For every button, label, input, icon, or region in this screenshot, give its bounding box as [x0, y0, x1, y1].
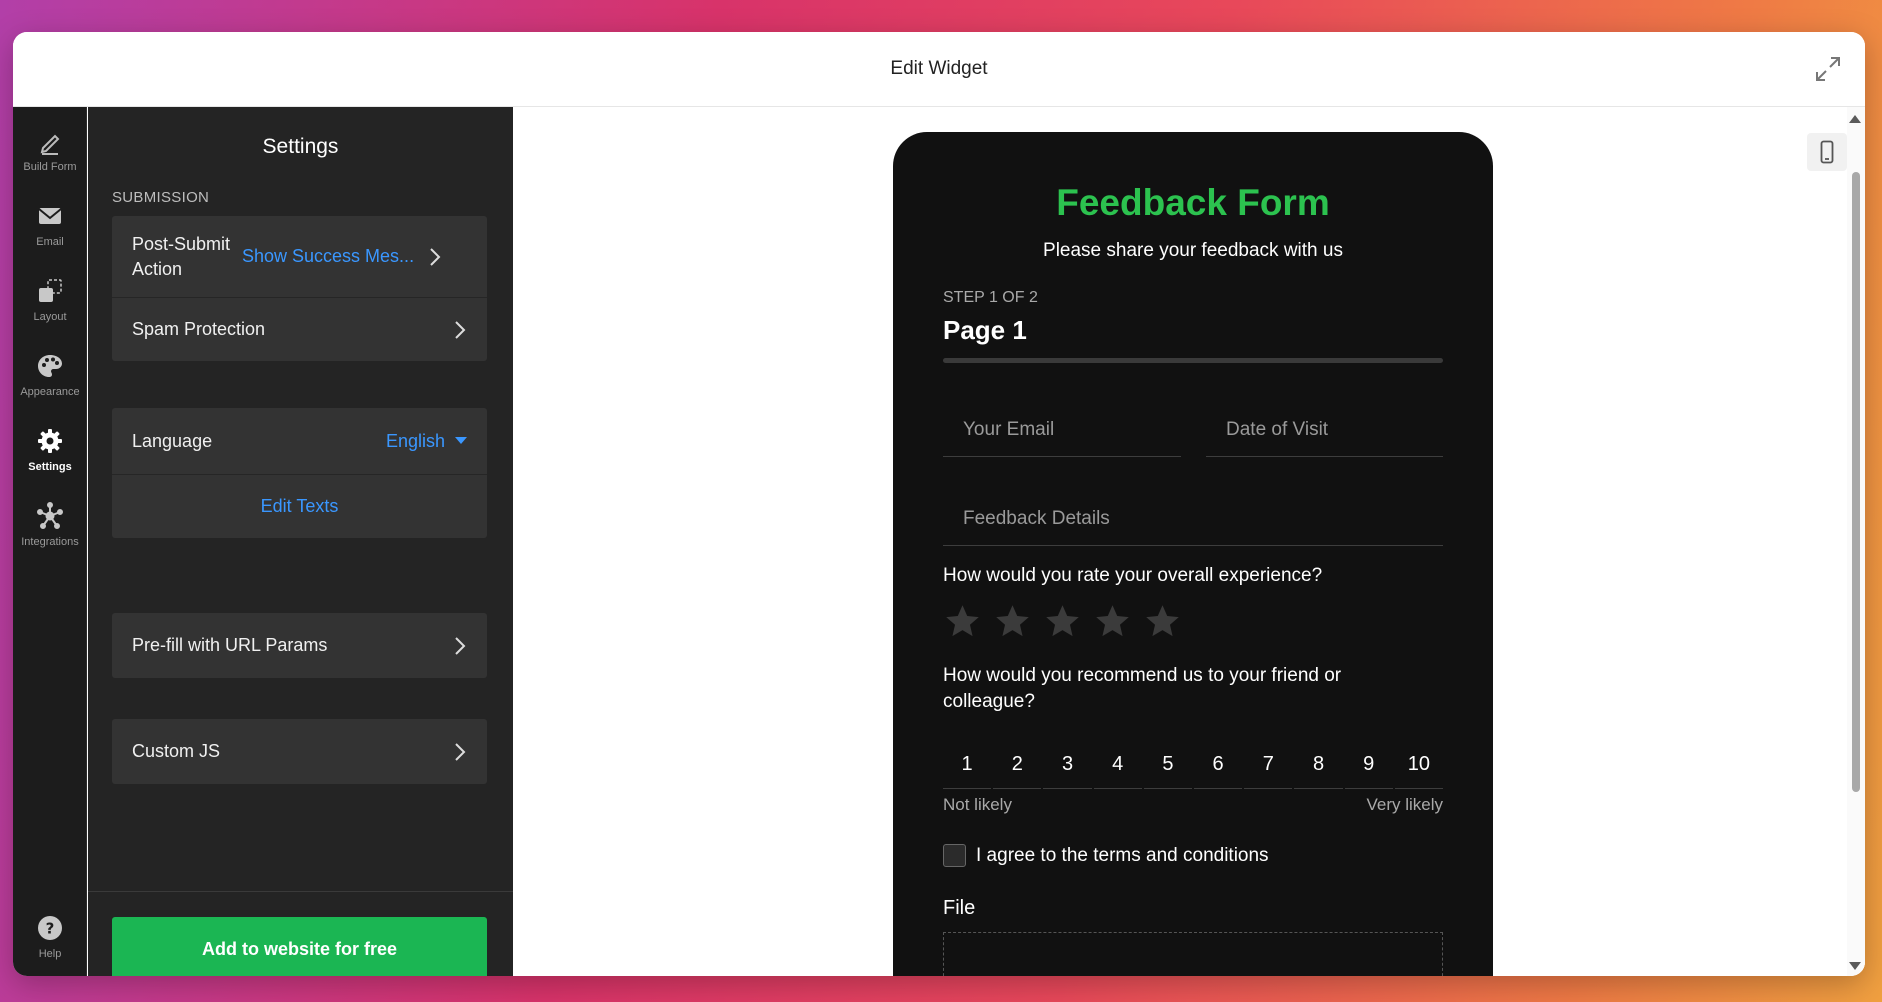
add-to-website-button[interactable]: Add to website for free [112, 917, 487, 976]
star-icon[interactable] [1143, 602, 1182, 641]
submission-card: Post-Submit Action Show Success Mes... S… [112, 216, 487, 361]
caret-down-icon [455, 437, 467, 444]
nps-option[interactable]: 3 [1043, 739, 1092, 789]
rating-question: How would you rate your overall experien… [943, 565, 1323, 586]
chevron-right-icon [455, 742, 466, 761]
preview-scrollbar[interactable] [1847, 107, 1865, 976]
chevron-right-icon [455, 320, 466, 339]
sidebar-item-label: Integrations [21, 536, 79, 548]
feedback-form: Feedback Form Please share your feedback… [893, 132, 1493, 976]
panel-title: Settings [262, 135, 339, 158]
nps-option[interactable]: 1 [943, 739, 992, 789]
star-icon[interactable] [1043, 602, 1082, 641]
nps-high-label: Very likely [1366, 795, 1443, 814]
spam-protection-row[interactable]: Spam Protection [112, 297, 487, 361]
sidebar-item-label: Build Form [23, 161, 77, 173]
scroll-thumb[interactable] [1852, 172, 1860, 792]
spam-protection-label: Spam Protection [132, 319, 266, 339]
chevron-right-icon [455, 636, 466, 655]
sidebar-rail: Build Form Email Layout Appearance Setti… [13, 107, 87, 976]
nps-low-label: Not likely [943, 795, 1012, 814]
step-progress-bar [943, 358, 1443, 363]
language-label: Language [132, 430, 213, 451]
sidebar-item-label: Help [38, 948, 62, 960]
language-card: Language English Edit Texts [112, 408, 487, 538]
file-dropzone[interactable] [943, 932, 1443, 976]
sidebar-item-help[interactable]: ? Help [13, 902, 87, 972]
terms-checkbox[interactable] [943, 844, 966, 867]
file-label: File [943, 897, 976, 919]
palette-icon [38, 355, 62, 377]
email-field[interactable]: Your Email [943, 399, 1181, 457]
post-submit-action-row[interactable]: Post-Submit Action Show Success Mes... [112, 216, 487, 297]
nps-option[interactable]: 7 [1244, 739, 1293, 789]
window-title: Edit Widget [890, 58, 988, 79]
sidebar-item-layout[interactable]: Layout [13, 265, 87, 335]
nps-option[interactable]: 6 [1194, 739, 1243, 789]
custom-js-card: Custom JS [112, 719, 487, 784]
custom-js-row[interactable]: Custom JS [112, 719, 487, 784]
language-row[interactable]: Language English [112, 408, 487, 474]
sidebar-item-label: Appearance [20, 386, 80, 398]
gear-icon [38, 429, 62, 453]
nps-option[interactable]: 10 [1394, 739, 1444, 789]
terms-checkbox-row[interactable]: I agree to the terms and conditions [943, 844, 1269, 867]
nps-option[interactable]: 9 [1344, 739, 1393, 789]
nps-option[interactable]: 4 [1093, 739, 1142, 789]
sidebar-item-label: Layout [33, 311, 67, 323]
sidebar-item-build-form[interactable]: Build Form [13, 115, 87, 185]
settings-panel: Settings SUBMISSION Post-Submit Action S… [88, 107, 513, 976]
edit-widget-window: Edit Widget Build Form Email Layout Appe… [13, 32, 1865, 976]
scroll-down-icon[interactable] [1849, 962, 1861, 970]
pencil-icon [40, 134, 60, 155]
layout-icon [39, 279, 62, 302]
step-indicator: STEP 1 OF 2 [943, 289, 1038, 306]
prefill-url-params-row[interactable]: Pre-fill with URL Params [112, 613, 487, 678]
scroll-up-icon[interactable] [1849, 115, 1861, 123]
star-icon[interactable] [993, 602, 1032, 641]
language-value: English [385, 430, 445, 451]
mobile-icon [1820, 140, 1834, 164]
prefill-card: Pre-fill with URL Params [112, 613, 487, 678]
form-subtitle: Please share your feedback with us [1043, 240, 1343, 261]
envelope-icon [38, 208, 62, 224]
titlebar: Edit Widget [13, 32, 1865, 107]
section-label-submission: SUBMISSION [112, 189, 210, 206]
prefill-label: Pre-fill with URL Params [132, 635, 328, 655]
nps-option[interactable]: 8 [1294, 739, 1343, 789]
svg-text:?: ? [46, 920, 55, 938]
device-toggle-button[interactable] [1807, 133, 1847, 171]
nps-scale: 1 2 3 4 5 6 7 8 9 10 [943, 739, 1444, 789]
widget-preview: Feedback Form Please share your feedback… [513, 107, 1865, 976]
page-title: Page 1 [943, 315, 1027, 345]
sidebar-item-integrations[interactable]: Integrations [13, 490, 87, 560]
post-submit-label: Post-Submit Action [132, 233, 231, 279]
expand-icon[interactable] [1813, 54, 1843, 84]
edit-texts-link[interactable]: Edit Texts [261, 496, 339, 517]
date-of-visit-field[interactable]: Date of Visit [1206, 399, 1443, 457]
custom-js-label: Custom JS [132, 741, 221, 761]
form-title: Feedback Form [1056, 182, 1330, 223]
nps-option[interactable]: 2 [993, 739, 1042, 789]
star-icon[interactable] [943, 602, 982, 641]
panel-footer: Add to website for free [88, 891, 513, 976]
sidebar-item-appearance[interactable]: Appearance [13, 340, 87, 410]
terms-label: I agree to the terms and conditions [976, 844, 1269, 866]
nps-option[interactable]: 5 [1143, 739, 1193, 789]
post-submit-value: Show Success Mes... [242, 246, 415, 266]
sidebar-item-email[interactable]: Email [13, 190, 87, 260]
sidebar-item-label: Settings [28, 461, 72, 473]
nps-question: How would you recommend us to your frien… [943, 665, 1342, 712]
star-rating [943, 602, 1182, 641]
star-icon[interactable] [1093, 602, 1132, 641]
integrations-icon [37, 502, 63, 529]
feedback-details-field[interactable]: Feedback Details [943, 488, 1443, 546]
sidebar-item-label: Email [36, 236, 64, 248]
help-icon: ? [38, 916, 62, 940]
chevron-right-icon [430, 247, 441, 266]
edit-texts-row[interactable]: Edit Texts [112, 474, 487, 538]
sidebar-item-settings[interactable]: Settings [13, 415, 87, 485]
